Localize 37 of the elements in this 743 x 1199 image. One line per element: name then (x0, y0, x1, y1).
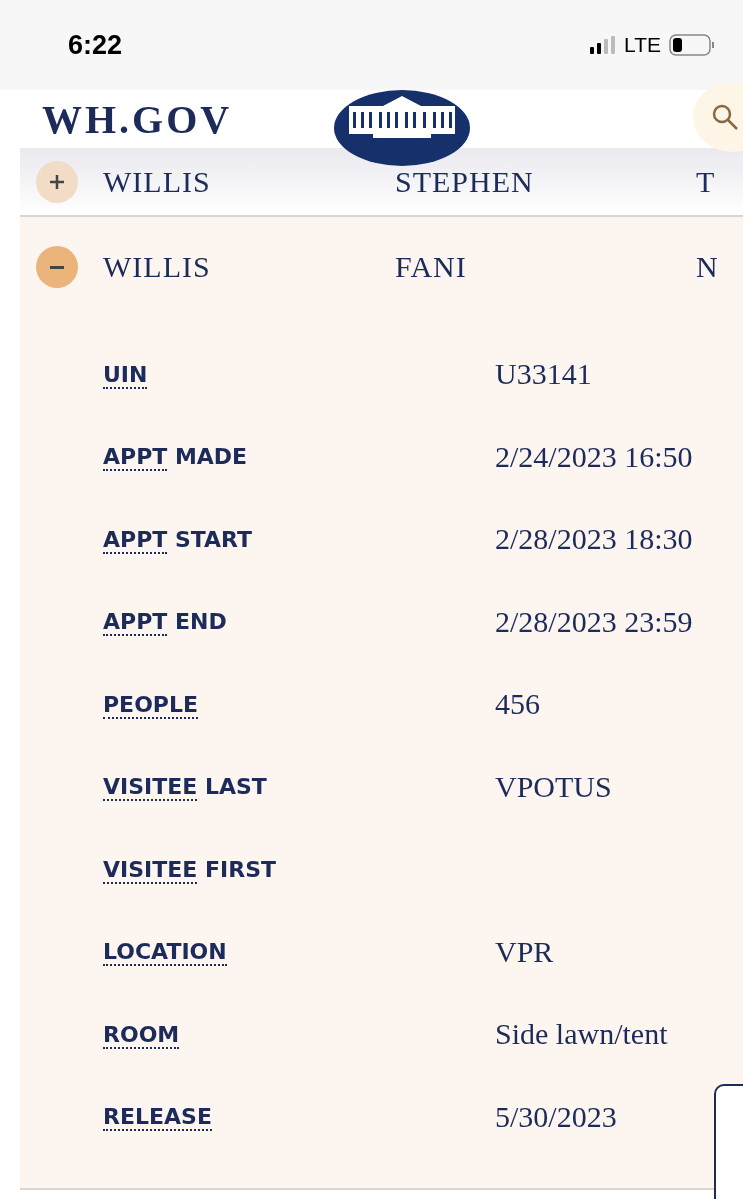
network-label: LTE (624, 33, 661, 57)
field-label: UIN (103, 361, 148, 387)
signal-icon (590, 36, 617, 54)
record-row[interactable]: WILLIS STEPHEN T (20, 148, 743, 217)
first-name: STEPHEN (395, 164, 534, 199)
field-value: Side lawn/tent (495, 1017, 668, 1052)
field-label: LOCATION (103, 939, 227, 965)
first-name: FANI (395, 250, 467, 284)
field-label: APPT MADE (103, 444, 248, 470)
status-time: 6:22 (68, 29, 123, 61)
field-label: VISITEE LAST (103, 774, 267, 800)
field-value: U33141 (495, 357, 592, 392)
last-name: WILLIS (103, 250, 211, 284)
field-value: 2/24/2023 16:50 (495, 439, 693, 474)
field-value: 2/28/2023 23:59 (495, 604, 693, 639)
middle-initial: T (696, 164, 716, 199)
search-icon (711, 103, 739, 131)
field-label: VISITEE FIRST (103, 856, 276, 882)
minus-icon (50, 265, 64, 269)
battery-icon (669, 34, 715, 56)
plus-icon (50, 174, 64, 189)
field-label: APPT START (103, 526, 253, 552)
middle-initial: N (696, 250, 719, 284)
site-logo-text[interactable]: WH.GOV (42, 95, 233, 143)
toggle-button[interactable] (36, 246, 78, 288)
field-value: VPR (495, 934, 554, 969)
record-row[interactable]: WILLIS FANI N (20, 217, 743, 317)
field-value: VPOTUS (495, 769, 612, 804)
field-label: ROOM (103, 1021, 180, 1047)
last-name: WILLIS (103, 164, 211, 199)
field-value: 456 (495, 687, 540, 722)
field-value: 5/30/2023 (495, 1099, 617, 1134)
field-label: PEOPLE (103, 691, 199, 717)
field-label: RELEASE (103, 1104, 212, 1130)
field-value: 2/28/2023 18:30 (495, 522, 693, 557)
toggle-button[interactable] (36, 160, 78, 203)
field-label: APPT END (103, 609, 227, 635)
